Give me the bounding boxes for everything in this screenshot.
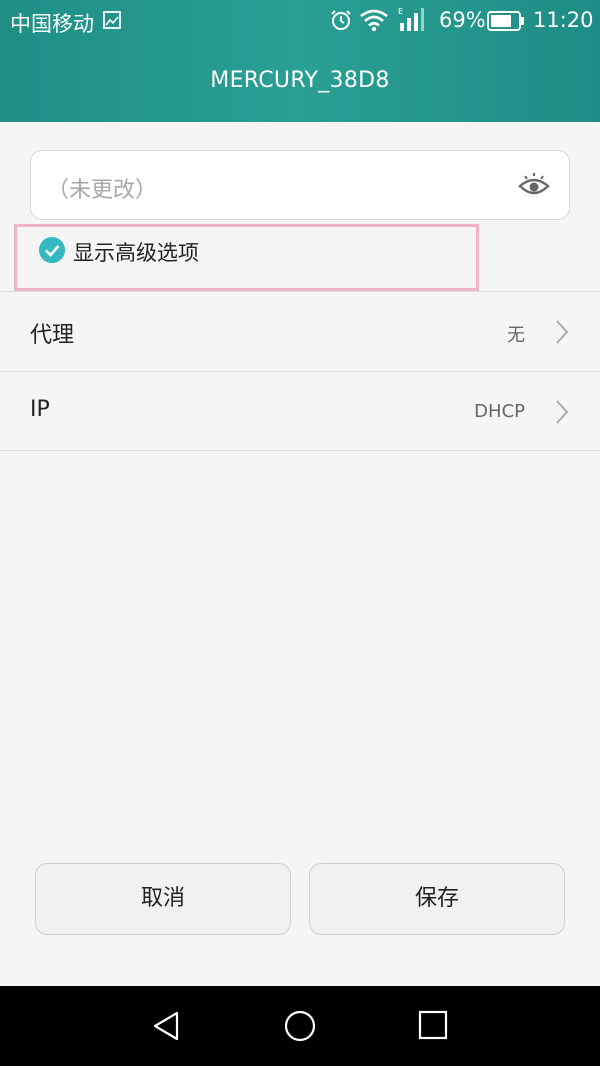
wifi-icon [360,9,388,32]
proxy-row[interactable]: 代理 无 [0,291,600,371]
proxy-value: 无 [507,325,525,346]
app-header: 中国移动 E 69% 11:20 MERCURY_38D8 [0,0,600,122]
battery-percent: 69% [439,8,486,32]
network-title: MERCURY_38D8 [210,68,390,93]
home-icon[interactable] [284,1010,316,1042]
cancel-button[interactable]: 取消 [35,863,291,935]
password-input[interactable]: （未更改） [30,150,570,220]
signal-icon: E [398,7,424,31]
back-icon[interactable] [151,1010,183,1042]
eye-icon[interactable] [517,171,551,201]
alarm-icon [331,10,351,30]
carrier-name: 中国移动 [10,12,94,36]
proxy-label: 代理 [30,323,75,348]
show-advanced-options[interactable]: 显示高级选项 [14,224,479,291]
check-circle-icon[interactable] [39,237,65,263]
ip-value: DHCP [474,401,525,422]
svg-text:E: E [398,7,403,16]
navigation-bar [0,986,600,1066]
status-bar: 中国移动 E 69% 11:20 [0,0,600,42]
advanced-options-label: 显示高级选项 [73,241,199,265]
save-button[interactable]: 保存 [309,863,565,935]
clock: 11:20 [533,8,594,32]
image-icon [103,11,121,29]
ip-row[interactable]: IP DHCP [0,371,600,451]
ip-label: IP [30,397,50,422]
recent-apps-icon[interactable] [418,1010,448,1040]
chevron-right-icon [556,400,569,424]
password-placeholder: （未更改） [47,178,158,203]
battery-icon [487,11,524,31]
chevron-right-icon [556,320,569,344]
